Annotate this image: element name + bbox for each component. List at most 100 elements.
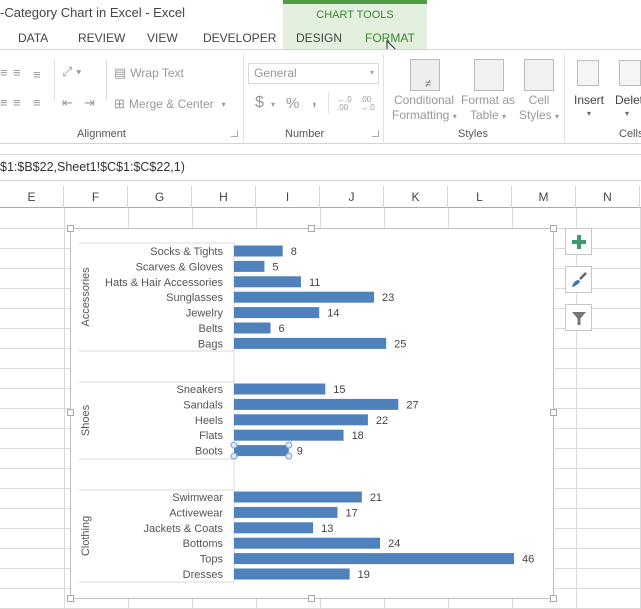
category-label: Swimwear bbox=[172, 492, 223, 504]
column-header-f[interactable]: F bbox=[64, 186, 128, 208]
delete-button[interactable]: Delet ▾ bbox=[612, 56, 641, 126]
ribbon: ≡ ≡ ≡ ≡ ≡ ≡ ⤢ ▾ ⇤ ⇥ ▤ Wrap Text ⊞ Merge … bbox=[0, 49, 641, 144]
column-headers: EFGHIJKLMN bbox=[0, 186, 641, 208]
bar-boots[interactable] bbox=[234, 445, 289, 457]
bar-sunglasses[interactable] bbox=[234, 291, 374, 303]
column-header-n[interactable]: N bbox=[576, 186, 640, 208]
bar-jewelry[interactable] bbox=[234, 307, 320, 319]
comma-button[interactable]: , bbox=[312, 92, 316, 110]
column-header-i[interactable]: I bbox=[256, 186, 320, 208]
resize-handle-top[interactable] bbox=[308, 225, 315, 232]
column-header-e[interactable]: E bbox=[0, 186, 64, 208]
point-selection-handle[interactable] bbox=[230, 452, 238, 460]
bar-swimwear[interactable] bbox=[234, 491, 362, 503]
number-dialog-launcher-icon[interactable] bbox=[372, 130, 379, 137]
data-label: 8 bbox=[291, 246, 297, 258]
tab-developer[interactable]: DEVELOPER bbox=[203, 31, 276, 45]
bar-jackets-coats[interactable] bbox=[234, 522, 314, 534]
merge-center-button[interactable]: ⊞ Merge & Center ▾ bbox=[114, 96, 226, 112]
resize-handle-left[interactable] bbox=[67, 409, 74, 416]
column-header-l[interactable]: L bbox=[448, 186, 512, 208]
bar-sneakers[interactable] bbox=[234, 383, 326, 395]
column-header-g[interactable]: G bbox=[128, 186, 192, 208]
resize-handle-top-left[interactable] bbox=[67, 225, 74, 232]
align-top-icon[interactable]: ≡ bbox=[0, 65, 8, 80]
chevron-down-icon: ▾ bbox=[369, 68, 374, 77]
resize-handle-bottom-left[interactable] bbox=[67, 595, 74, 602]
formula-text[interactable]: $1:$B$22,Sheet1!$C$1:$C$22,1) bbox=[0, 160, 185, 174]
data-label: 15 bbox=[333, 384, 345, 396]
align-middle-icon[interactable]: ≡ bbox=[13, 65, 21, 80]
group-label-shoes: Shoes bbox=[80, 404, 92, 436]
chevron-down-icon: ▾ bbox=[624, 109, 629, 118]
align-bottom-icon[interactable]: ≡ bbox=[33, 67, 41, 82]
align-left-icon[interactable]: ≡ bbox=[0, 95, 8, 110]
chart-filters-button[interactable] bbox=[565, 304, 592, 331]
bar-activewear[interactable] bbox=[234, 506, 338, 518]
bar-dresses[interactable] bbox=[234, 568, 350, 580]
bar-hats-hair-accessories[interactable] bbox=[234, 276, 301, 288]
bar-bags[interactable] bbox=[234, 337, 387, 349]
format-as-table-button[interactable]: Format as Table ▾ bbox=[458, 56, 518, 126]
resize-handle-bottom-right[interactable] bbox=[550, 595, 557, 602]
chart-area[interactable]: Accessories Socks & Tights 8 Scarves & Glov… bbox=[70, 228, 554, 599]
wrap-text-icon: ▤ bbox=[114, 65, 127, 80]
column-header-m[interactable]: M bbox=[512, 186, 576, 208]
resize-handle-top-right[interactable] bbox=[550, 225, 557, 232]
increase-decimal-button[interactable]: ←.0.00 bbox=[337, 96, 353, 112]
data-label: 24 bbox=[388, 538, 400, 550]
data-label: 13 bbox=[321, 523, 333, 535]
chart-styles-button[interactable] bbox=[565, 266, 592, 293]
format-as-table-icon bbox=[474, 59, 504, 91]
filter-icon bbox=[571, 311, 586, 325]
point-selection-handle[interactable] bbox=[285, 441, 293, 449]
column-header-k[interactable]: K bbox=[384, 186, 448, 208]
align-center-icon[interactable]: ≡ bbox=[13, 95, 21, 110]
bar-tops[interactable] bbox=[234, 553, 514, 565]
category-label: Jackets & Coats bbox=[144, 523, 224, 535]
point-selection-handle[interactable] bbox=[285, 452, 293, 460]
alignment-group-label: Alignment bbox=[77, 128, 126, 140]
bar-heels[interactable] bbox=[234, 414, 368, 426]
currency-button[interactable]: $ bbox=[255, 94, 264, 112]
cell-styles-icon bbox=[524, 59, 554, 91]
chevron-down-icon[interactable]: ▾ bbox=[271, 100, 275, 109]
tab-view[interactable]: VIEW bbox=[147, 31, 178, 45]
column-header-h[interactable]: H bbox=[192, 186, 256, 208]
tab-data[interactable]: DATA bbox=[18, 31, 48, 45]
align-right-icon[interactable]: ≡ bbox=[33, 95, 41, 110]
decrease-decimal-button[interactable]: .00 →.0 bbox=[360, 96, 376, 112]
tab-review[interactable]: REVIEW bbox=[78, 31, 125, 45]
data-label: 22 bbox=[376, 415, 388, 427]
alignment-dialog-launcher-icon[interactable] bbox=[231, 130, 238, 137]
percent-button[interactable]: % bbox=[286, 95, 299, 112]
increase-indent-icon[interactable]: ⇥ bbox=[84, 95, 95, 111]
category-label: Belts bbox=[199, 323, 224, 335]
bar-belts[interactable] bbox=[234, 322, 271, 334]
data-label: 5 bbox=[272, 261, 278, 273]
group-label-clothing: Clothing bbox=[80, 516, 92, 556]
orientation-icon[interactable]: ⤢ ▾ bbox=[62, 64, 81, 80]
chart-elements-button[interactable] bbox=[565, 228, 592, 255]
cell-styles-button[interactable]: Cell Styles ▾ bbox=[517, 56, 561, 126]
bar-bottoms[interactable] bbox=[234, 537, 381, 549]
insert-button[interactable]: Insert ▾ bbox=[570, 56, 608, 126]
decrease-indent-icon[interactable]: ⇤ bbox=[62, 95, 73, 111]
resize-handle-right[interactable] bbox=[550, 409, 557, 416]
bar-flats[interactable] bbox=[234, 429, 344, 441]
merge-center-icon: ⊞ bbox=[114, 96, 125, 111]
point-selection-handle[interactable] bbox=[230, 441, 238, 449]
wrap-text-button[interactable]: ▤ Wrap Text bbox=[114, 65, 184, 81]
data-label: 23 bbox=[382, 292, 394, 304]
formula-bar[interactable]: $1:$B$22,Sheet1!$C$1:$C$22,1) bbox=[0, 154, 641, 181]
tab-design[interactable]: DESIGN bbox=[296, 31, 342, 45]
column-header-j[interactable]: J bbox=[320, 186, 384, 208]
resize-handle-bottom[interactable] bbox=[308, 595, 315, 602]
bar-socks-tights[interactable] bbox=[234, 245, 283, 257]
conditional-formatting-button[interactable]: ≠ Conditional Formatting ▾ bbox=[392, 56, 457, 126]
bar-sandals[interactable] bbox=[234, 398, 399, 410]
data-label: 11 bbox=[309, 277, 320, 289]
category-label: Sandals bbox=[183, 399, 223, 411]
bar-scarves-gloves[interactable] bbox=[234, 260, 265, 272]
number-format-dropdown[interactable]: General ▾ bbox=[248, 63, 379, 84]
